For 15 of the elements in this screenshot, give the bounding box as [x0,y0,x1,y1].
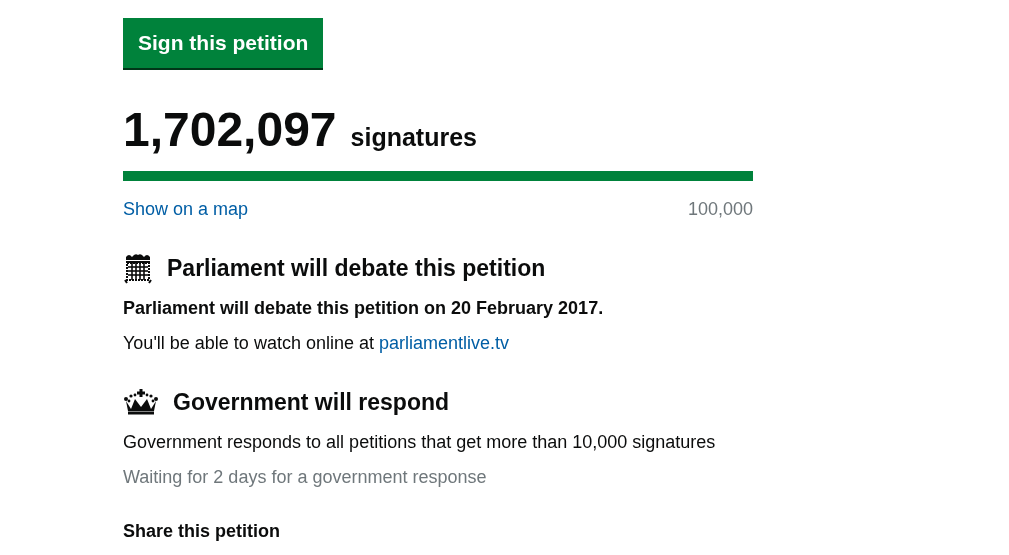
section-heading: Government will respond [173,388,450,416]
portcullis-icon [123,252,153,284]
share-heading: Share this petition [123,521,282,542]
response-info-text: Government responds to all petitions that get more than 10,000 signatures [123,431,717,454]
threshold-label: 100,000 [687,198,753,220]
watch-online-text: You'll be able to watch online at parliamentlive.tv [123,332,511,355]
show-on-map-link[interactable]: Show on a map [123,198,249,220]
debate-date-text: Parliament will debate this petition on 20 February 2017. [123,297,605,320]
crown-icon [123,389,159,415]
signature-count: 1,702,097 [123,106,337,154]
parliamentlive-link[interactable]: parliamentlive.tv [378,333,510,353]
sign-petition-button[interactable]: Sign this petition [123,18,324,68]
signatures-label: signatures [350,122,477,153]
section-heading: Parliament will debate this petition [167,254,546,282]
waiting-status-text: Waiting for 2 days for a government response [123,466,488,489]
